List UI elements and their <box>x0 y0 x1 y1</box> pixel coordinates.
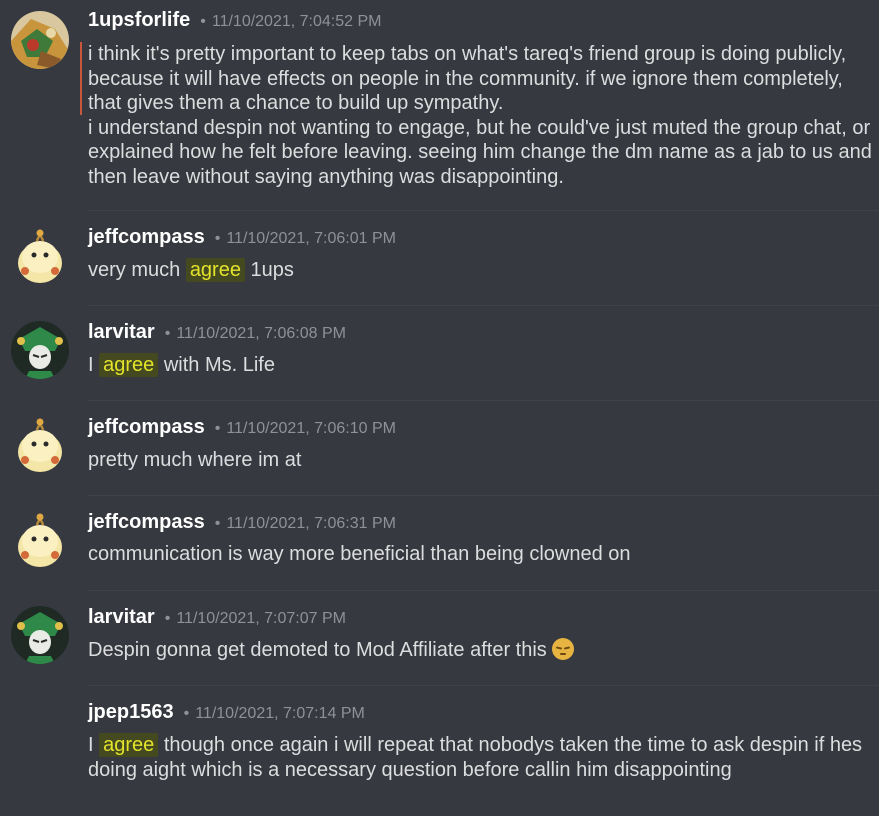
search-highlight: agree <box>99 353 159 377</box>
message-header: jeffcompass • 11/10/2021, 7:06:01 PM <box>88 226 396 249</box>
timestamp: • 11/10/2021, 7:06:31 PM <box>214 515 396 532</box>
message-content: I agree with Ms. Life <box>88 353 873 378</box>
message-item: jeffcompass • 11/10/2021, 7:06:10 PM pret… <box>0 401 879 496</box>
reply-indicator-bar <box>80 42 82 115</box>
message-content: pretty much where im at <box>88 449 302 471</box>
message-text: though once again i will repeat that nob… <box>88 734 863 781</box>
username[interactable]: jeffcompass <box>88 226 205 249</box>
message-item: jeffcompass • 11/10/2021, 7:06:31 PM comm… <box>0 496 879 591</box>
timestamp: • 11/10/2021, 7:06:08 PM <box>164 325 346 342</box>
message-header: jeffcompass • 11/10/2021, 7:06:31 PM <box>88 511 396 534</box>
message-text: 1ups <box>244 259 294 281</box>
message-item: larvitar • 11/10/2021, 7:06:08 PM I agree… <box>0 306 879 401</box>
timestamp: • 11/10/2021, 7:07:14 PM <box>183 705 365 722</box>
message-header: larvitar • 11/10/2021, 7:07:07 PM <box>88 606 346 629</box>
avatar-larvitar[interactable] <box>11 321 69 379</box>
username[interactable]: jeffcompass <box>88 511 205 534</box>
timestamp: • 11/10/2021, 7:04:52 PM <box>200 13 382 30</box>
message-text: I <box>88 354 100 376</box>
username[interactable]: larvitar <box>88 606 155 629</box>
avatar-jeffcompass[interactable] <box>11 227 69 285</box>
message-content: I agree though once again i will repeat … <box>88 733 873 782</box>
avatar-jeffcompass[interactable] <box>11 511 69 569</box>
message-header: 1upsforlife • 11/10/2021, 7:04:52 PM <box>88 9 381 32</box>
message-text: with Ms. Life <box>158 354 275 376</box>
username[interactable]: jeffcompass <box>88 416 205 439</box>
username[interactable]: larvitar <box>88 321 155 344</box>
timestamp: • 11/10/2021, 7:06:10 PM <box>214 420 396 437</box>
message-item: 1upsforlife • 11/10/2021, 7:04:52 PM i th… <box>0 0 879 211</box>
pensive-face-emoji[interactable] <box>552 638 575 660</box>
message-header: jpep1563 • 11/10/2021, 7:07:14 PM <box>88 701 365 724</box>
timestamp: • 11/10/2021, 7:07:07 PM <box>164 610 346 627</box>
search-highlight: agree <box>185 258 245 282</box>
message-content: Despin gonna get demoted to Mod Affiliat… <box>88 638 873 663</box>
message-text: Despin gonna get demoted to Mod Affiliat… <box>88 639 547 661</box>
message-text: I <box>88 734 100 756</box>
message-item: jeffcompass • 11/10/2021, 7:06:01 PM very… <box>0 211 879 306</box>
message-header: jeffcompass • 11/10/2021, 7:06:10 PM <box>88 416 396 439</box>
timestamp: • 11/10/2021, 7:06:01 PM <box>214 230 396 247</box>
message-line: i think it's pretty important to keep ta… <box>88 43 847 114</box>
username[interactable]: 1upsforlife <box>88 9 190 32</box>
chat-message-list: 1upsforlife • 11/10/2021, 7:04:52 PM i th… <box>0 0 879 816</box>
message-content: very much agree 1ups <box>88 258 873 283</box>
message-text: very much <box>88 259 186 281</box>
avatar-larvitar[interactable] <box>11 606 69 664</box>
message-header: larvitar • 11/10/2021, 7:06:08 PM <box>88 321 346 344</box>
username[interactable]: jpep1563 <box>88 701 174 724</box>
search-highlight: agree <box>99 733 159 757</box>
avatar-1upsforlife[interactable] <box>11 11 69 69</box>
message-item: jpep1563 • 11/10/2021, 7:07:14 PM I agree… <box>0 686 879 816</box>
message-content: i think it's pretty important to keep ta… <box>88 42 873 189</box>
avatar-jeffcompass[interactable] <box>11 416 69 474</box>
message-line: i understand despin not wanting to engag… <box>88 116 872 188</box>
message-item: larvitar • 11/10/2021, 7:07:07 PM Despin … <box>0 591 879 686</box>
message-content: communication is way more beneficial tha… <box>88 543 631 565</box>
